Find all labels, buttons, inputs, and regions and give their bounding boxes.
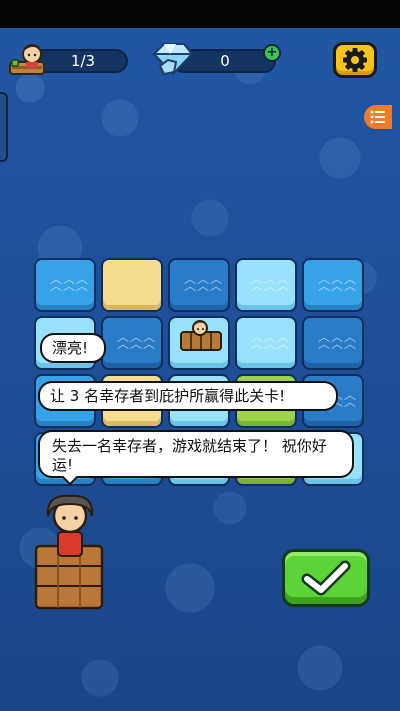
wave-marks: ︿︿︿ ︿︿︿: [117, 330, 157, 351]
board-tile-deep[interactable]: ︿︿︿ ︿︿︿: [168, 258, 230, 312]
wave-marks: ︿︿︿ ︿︿︿: [50, 272, 90, 293]
survivor-avatar-icon: [9, 44, 45, 75]
side-menu-button[interactable]: [364, 105, 392, 129]
board-tile-deep[interactable]: ︿︿︿ ︿︿︿: [302, 316, 364, 370]
board-tile-ice[interactable]: ︿︿︿ ︿︿︿: [235, 316, 297, 370]
settings-button[interactable]: [333, 42, 377, 78]
board-tile-deep[interactable]: ︿︿︿ ︿︿︿: [101, 316, 163, 370]
wave-marks: ︿︿︿ ︿︿︿: [251, 330, 291, 351]
checkmark-icon: [301, 560, 351, 596]
speech-bubble-goal: 让 3 名幸存者到庇护所赢得此关卡!: [38, 381, 338, 411]
status-bar: [0, 0, 400, 28]
player-survivor: [34, 494, 104, 610]
raft-survivor-piece[interactable]: [178, 318, 224, 354]
list-icon: [370, 110, 385, 124]
diamond-icon: [151, 43, 195, 76]
wave-marks: ︿︿︿ ︿︿︿: [318, 330, 358, 351]
wave-marks: ︿︿︿ ︿︿︿: [251, 272, 291, 293]
speech-bubble-warning: 失去一名幸存者，游戏就结束了！ 祝你好运!: [38, 430, 354, 478]
speech-bubble-praise: 漂亮!: [40, 333, 106, 363]
board-tile-water[interactable]: ︿︿︿ ︿︿︿: [302, 258, 364, 312]
add-gems-button[interactable]: +: [263, 44, 281, 62]
board-tile-ice[interactable]: ︿︿︿ ︿︿︿: [235, 258, 297, 312]
confirm-button[interactable]: [282, 549, 370, 607]
warning-text: 失去一名幸存者，游戏就结束了！ 祝你好运!: [52, 437, 327, 474]
praise-text: 漂亮!: [52, 339, 89, 357]
gear-icon: [343, 48, 367, 72]
goal-text: 让 3 名幸存者到庇护所赢得此关卡!: [50, 387, 286, 405]
wave-marks: ︿︿︿ ︿︿︿: [184, 272, 224, 293]
wave-marks: ︿︿︿ ︿︿︿: [318, 272, 358, 293]
board-tile-water[interactable]: ︿︿︿ ︿︿︿: [34, 258, 96, 312]
side-drawer-handle[interactable]: [0, 92, 8, 162]
board-tile-sand[interactable]: [101, 258, 163, 312]
